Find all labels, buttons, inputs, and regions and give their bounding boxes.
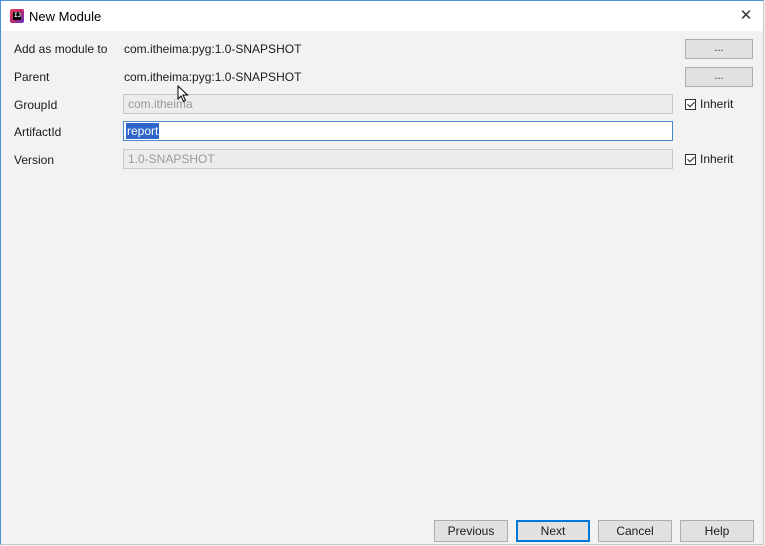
- cancel-button[interactable]: Cancel: [598, 520, 672, 542]
- intellij-idea-icon: IJ: [10, 9, 24, 23]
- window-title: New Module: [29, 9, 102, 24]
- version-inherit-label: Inherit: [700, 152, 734, 166]
- version-field[interactable]: 1.0-SNAPSHOT: [123, 149, 673, 169]
- checkmark-icon[interactable]: [685, 153, 696, 165]
- checkmark-icon[interactable]: [685, 98, 696, 110]
- new-module-dialog: IJ New Module ✕ Add as module to com.ith…: [0, 0, 764, 545]
- add-as-module-to-label: Add as module to: [14, 42, 108, 56]
- mouse-cursor-icon: [177, 85, 189, 103]
- title-bar: IJ New Module ✕: [1, 1, 763, 31]
- group-id-label: GroupId: [14, 98, 58, 112]
- group-id-field[interactable]: com.itheima: [123, 94, 673, 114]
- version-inherit-checkbox[interactable]: Inherit: [685, 152, 733, 166]
- version-label: Version: [14, 153, 55, 167]
- previous-button[interactable]: Previous: [434, 520, 508, 542]
- group-id-inherit-label: Inherit: [700, 97, 734, 111]
- artifact-id-selected-text: report: [126, 123, 160, 139]
- artifact-id-label: ArtifactId: [14, 125, 62, 139]
- artifact-id-field[interactable]: report: [123, 121, 673, 141]
- add-as-module-to-value: com.itheima:pyg:1.0-SNAPSHOT: [124, 42, 302, 56]
- help-button[interactable]: Help: [680, 520, 754, 542]
- parent-value: com.itheima:pyg:1.0-SNAPSHOT: [124, 70, 302, 84]
- group-id-inherit-checkbox[interactable]: Inherit: [685, 97, 733, 111]
- parent-label: Parent: [14, 70, 50, 84]
- add-as-module-browse-button[interactable]: ...: [685, 39, 753, 59]
- parent-browse-button[interactable]: ...: [685, 67, 753, 87]
- close-icon[interactable]: ✕: [737, 6, 755, 24]
- next-button[interactable]: Next: [516, 520, 590, 542]
